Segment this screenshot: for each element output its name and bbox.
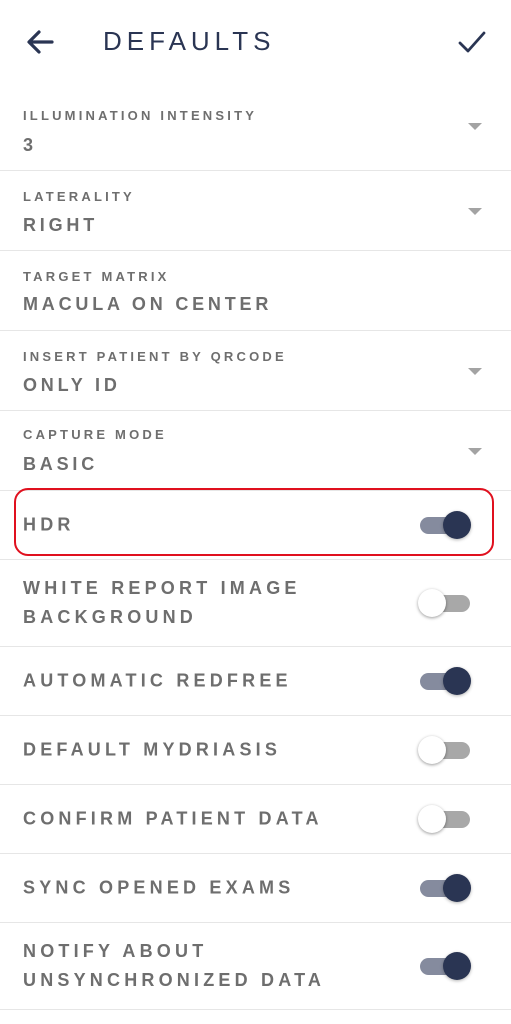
automatic-redfree-toggle[interactable] <box>418 667 474 695</box>
setting-value: ONLY ID <box>23 375 121 395</box>
setting-label: TARGET MATRIX <box>23 269 170 284</box>
setting-value: RIGHT <box>23 215 98 235</box>
toggle-label: WHITE REPORT IMAGE BACKGROUND <box>23 578 301 627</box>
settings-list: ILLUMINATION INTENSITY 3 LATERALITY RIGH… <box>0 82 511 1010</box>
top-bar: DEFAULTS <box>0 0 511 82</box>
setting-laterality[interactable]: LATERALITY RIGHT <box>0 171 511 251</box>
back-button[interactable] <box>22 24 58 60</box>
default-mydriasis-toggle[interactable] <box>418 736 474 764</box>
setting-illumination-intensity[interactable]: ILLUMINATION INTENSITY 3 <box>0 82 511 171</box>
toggle-knob <box>443 667 471 695</box>
toggle-label: HDR <box>23 514 75 535</box>
setting-label: ILLUMINATION INTENSITY <box>23 108 258 123</box>
toggle-row-notify-about-unsynchronized-data: NOTIFY ABOUT UNSYNCHRONIZED DATA <box>0 923 511 1010</box>
arrow-left-icon <box>27 30 54 54</box>
toggle-knob <box>443 952 471 980</box>
setting-target-matrix[interactable]: TARGET MATRIX MACULA ON CENTER <box>0 251 511 331</box>
toggle-knob <box>418 589 446 617</box>
dropdown-caret-icon <box>468 447 482 455</box>
toggle-label: NOTIFY ABOUT UNSYNCHRONIZED DATA <box>23 941 326 990</box>
toggle-row-default-mydriasis: DEFAULT MYDRIASIS <box>0 716 511 785</box>
toggle-label: DEFAULT MYDRIASIS <box>23 739 282 760</box>
dropdown-caret-icon <box>468 123 482 130</box>
toggle-row-automatic-redfree: AUTOMATIC REDFREE <box>0 647 511 716</box>
toggle-knob <box>418 736 446 764</box>
sync-opened-exams-toggle[interactable] <box>418 874 474 902</box>
white-report-background-toggle[interactable] <box>418 589 474 617</box>
setting-label: INSERT PATIENT BY QRCODE <box>23 349 287 364</box>
setting-capture-mode[interactable]: CAPTURE MODE BASIC <box>0 411 511 491</box>
setting-insert-patient-by-qrcode[interactable]: INSERT PATIENT BY QRCODE ONLY ID <box>0 331 511 411</box>
setting-label: LATERALITY <box>23 189 135 204</box>
setting-label: CAPTURE MODE <box>23 427 167 442</box>
check-icon <box>458 31 486 53</box>
setting-value: BASIC <box>23 454 99 474</box>
toggle-label: CONFIRM PATIENT DATA <box>23 808 323 829</box>
toggle-knob <box>443 874 471 902</box>
setting-value: 3 <box>23 135 37 155</box>
toggle-row-confirm-patient-data: CONFIRM PATIENT DATA <box>0 785 511 854</box>
toggle-knob <box>443 511 471 539</box>
notify-unsynchronized-toggle[interactable] <box>418 952 474 980</box>
toggle-row-white-report-image-background: WHITE REPORT IMAGE BACKGROUND <box>0 560 511 647</box>
confirm-button[interactable] <box>454 24 490 60</box>
setting-value: MACULA ON CENTER <box>23 294 273 314</box>
dropdown-caret-icon <box>468 207 482 215</box>
confirm-patient-data-toggle[interactable] <box>418 805 474 833</box>
toggle-row-sync-opened-exams: SYNC OPENED EXAMS <box>0 854 511 923</box>
toggle-row-hdr: HDR <box>0 491 511 560</box>
page-title: DEFAULTS <box>103 26 276 56</box>
toggle-label: AUTOMATIC REDFREE <box>23 670 292 691</box>
hdr-toggle[interactable] <box>418 511 474 539</box>
toggle-label: SYNC OPENED EXAMS <box>23 877 295 898</box>
toggle-knob <box>418 805 446 833</box>
dropdown-caret-icon <box>468 367 482 375</box>
